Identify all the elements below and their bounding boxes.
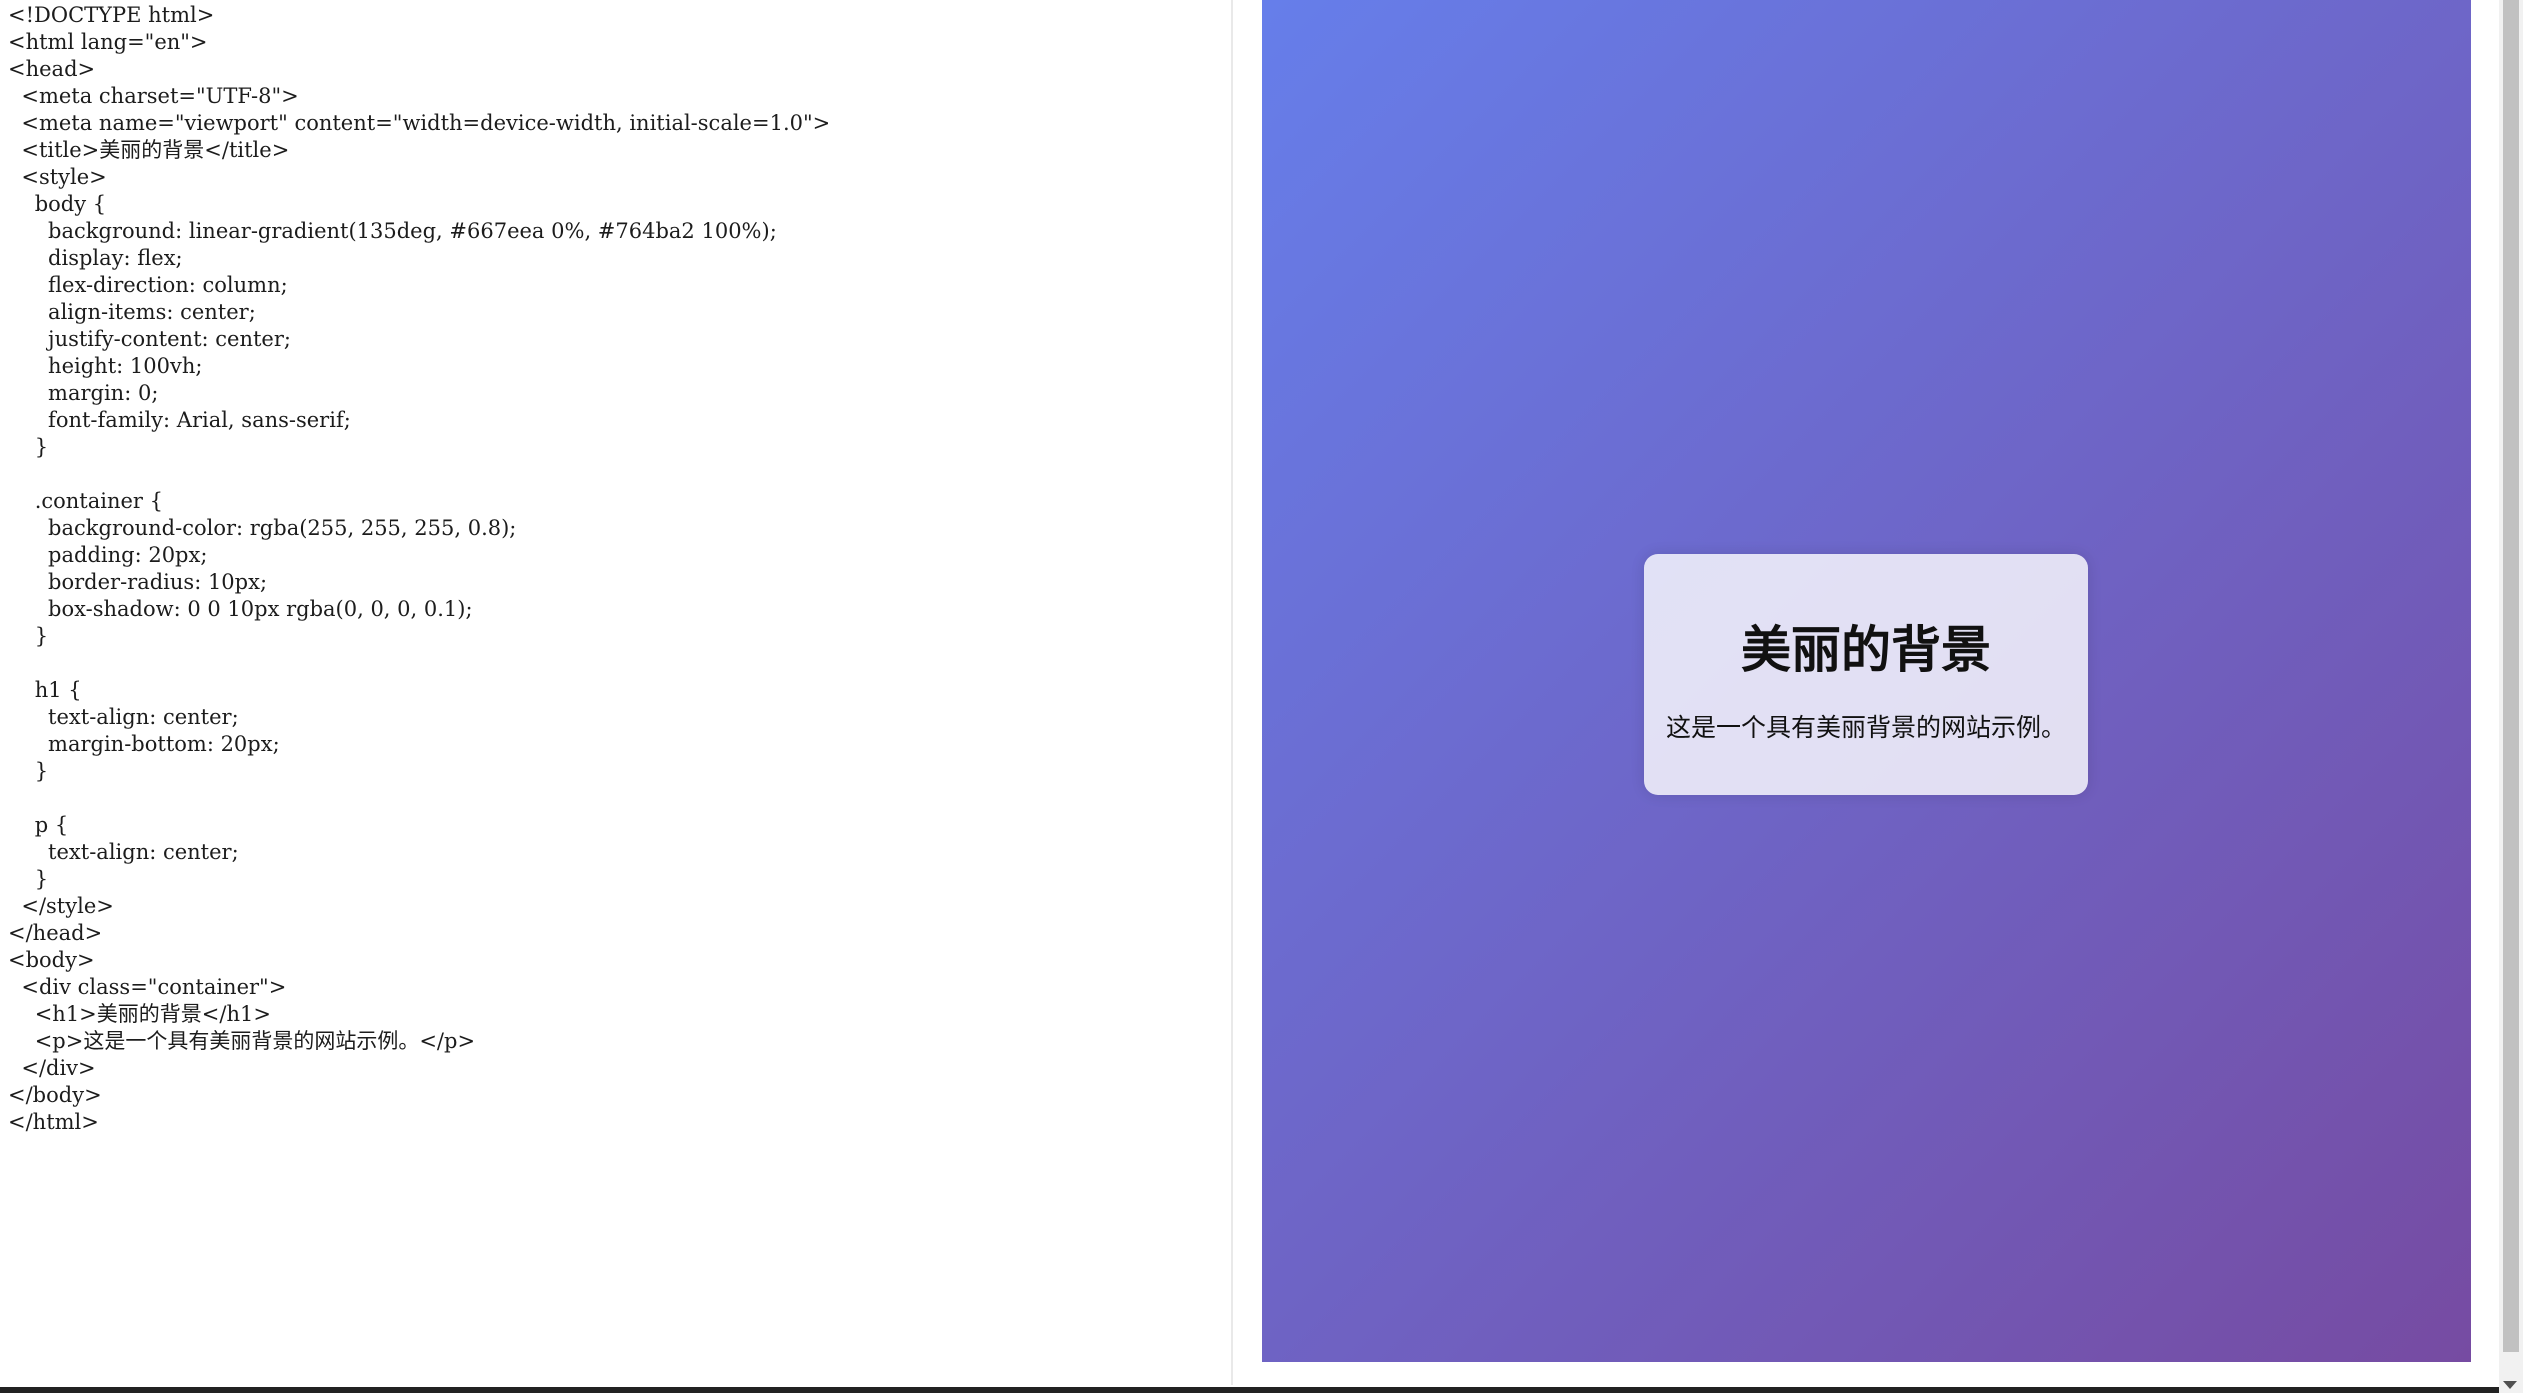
code-line: align-items: center; (8, 300, 256, 324)
code-line: body { (8, 192, 107, 216)
code-line: <div class="container"> (8, 975, 287, 999)
vertical-scrollbar[interactable] (2499, 0, 2523, 1393)
code-line: border-radius: 10px; (8, 570, 268, 594)
scrollbar-thumb[interactable] (2503, 0, 2519, 1352)
code-line: <meta name="viewport" content="width=dev… (8, 111, 831, 135)
code-line: <style> (8, 165, 107, 189)
code-line: } (8, 435, 49, 459)
preview-heading: 美丽的背景 (1741, 622, 1991, 678)
code-editor-pane[interactable]: <!DOCTYPE html> <html lang="en"> <head> <m… (0, 0, 1230, 1385)
preview-paragraph: 这是一个具有美丽背景的网站示例。 (1665, 714, 2066, 742)
code-line: <head> (8, 57, 96, 81)
code-line: <title>美丽的背景</title> (8, 138, 290, 162)
code-line: background-color: rgba(255, 255, 255, 0.… (8, 516, 517, 540)
code-line: </div> (8, 1056, 96, 1080)
code-line: } (8, 867, 49, 891)
preview-pane: 美丽的背景 这是一个具有美丽背景的网站示例。 (1262, 0, 2471, 1362)
code-line: </head> (8, 921, 103, 945)
editor-preview-window: <!DOCTYPE html> <html lang="en"> <head> <m… (0, 0, 2523, 1393)
code-line: margin: 0; (8, 381, 159, 405)
code-line: margin-bottom: 20px; (8, 732, 280, 756)
code-line: p { (8, 813, 69, 837)
code-lines: <!DOCTYPE html> <html lang="en"> <head> <m… (0, 0, 1230, 1136)
code-line: } (8, 624, 49, 648)
code-line: padding: 20px; (8, 543, 208, 567)
code-line: justify-content: center; (8, 327, 291, 351)
code-line: </style> (8, 894, 114, 918)
code-line: h1 { (8, 678, 82, 702)
code-line: display: flex; (8, 246, 183, 270)
code-line: font-family: Arial, sans-serif; (8, 408, 351, 432)
code-line: </body> (8, 1083, 102, 1107)
code-line: <html lang="en"> (8, 30, 208, 54)
code-line: </html> (8, 1110, 99, 1134)
code-line: <h1>美丽的背景</h1> (8, 1002, 271, 1026)
code-line: <p>这是一个具有美丽背景的网站示例。</p> (8, 1029, 476, 1053)
code-line: flex-direction: column; (8, 273, 288, 297)
preview-container-card: 美丽的背景 这是一个具有美丽背景的网站示例。 (1644, 554, 2088, 795)
code-line: text-align: center; (8, 705, 239, 729)
code-line: background: linear-gradient(135deg, #667… (8, 219, 777, 243)
code-line: } (8, 759, 49, 783)
code-line: <body> (8, 948, 95, 972)
code-line: .container { (8, 489, 164, 513)
chevron-down-icon[interactable] (2503, 1381, 2517, 1389)
code-line: height: 100vh; (8, 354, 203, 378)
code-line: text-align: center; (8, 840, 239, 864)
window-bottom-edge (0, 1387, 2499, 1393)
code-line: <meta charset="UTF-8"> (8, 84, 299, 108)
pane-splitter[interactable] (1231, 0, 1233, 1385)
code-line: <!DOCTYPE html> (8, 3, 215, 27)
code-line: box-shadow: 0 0 10px rgba(0, 0, 0, 0.1); (8, 597, 473, 621)
